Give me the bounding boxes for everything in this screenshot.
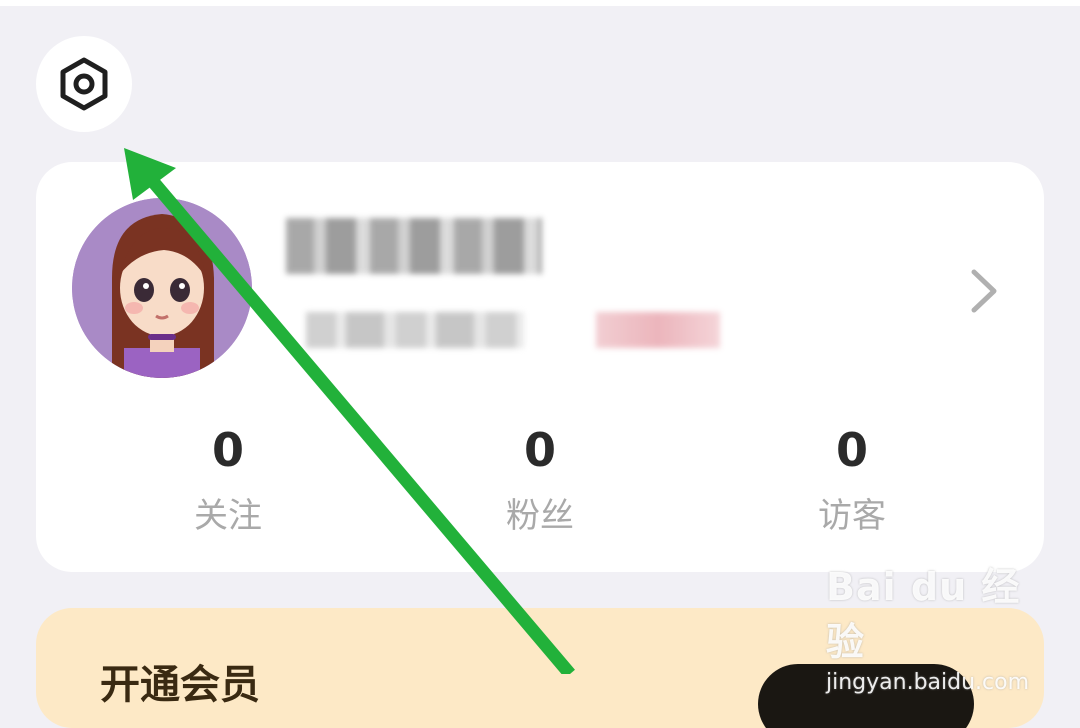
stat-fans[interactable]: 0 粉丝 xyxy=(440,420,640,542)
avatar[interactable] xyxy=(72,198,252,378)
stat-following-value: 0 xyxy=(211,423,244,477)
stat-fans-value: 0 xyxy=(523,423,556,477)
user-tag-blurred xyxy=(596,312,720,348)
stat-following-label: 关注 xyxy=(194,496,262,536)
stat-following[interactable]: 0 关注 xyxy=(128,420,328,542)
stat-visitors-label: 访客 xyxy=(818,496,886,536)
watermark-logo: Bai du 经验 xyxy=(826,565,1021,664)
status-bar-edge xyxy=(0,0,1080,6)
username-blurred xyxy=(286,218,542,274)
settings-button[interactable] xyxy=(36,36,132,132)
user-id-blurred xyxy=(306,312,524,348)
stat-visitors-value: 0 xyxy=(835,423,868,477)
profile-card[interactable]: 0 关注 0 粉丝 0 访客 xyxy=(36,162,1044,572)
hexagon-settings-icon xyxy=(60,57,108,111)
stat-visitors[interactable]: 0 访客 xyxy=(752,420,952,542)
chevron-right-icon[interactable] xyxy=(966,266,1002,316)
vip-title: 开通会员 xyxy=(100,662,260,708)
cartoon-girl-avatar xyxy=(72,198,252,378)
watermark: Bai du 经验 jingyan.baidu.com xyxy=(826,556,1029,695)
stat-fans-label: 粉丝 xyxy=(506,496,574,536)
